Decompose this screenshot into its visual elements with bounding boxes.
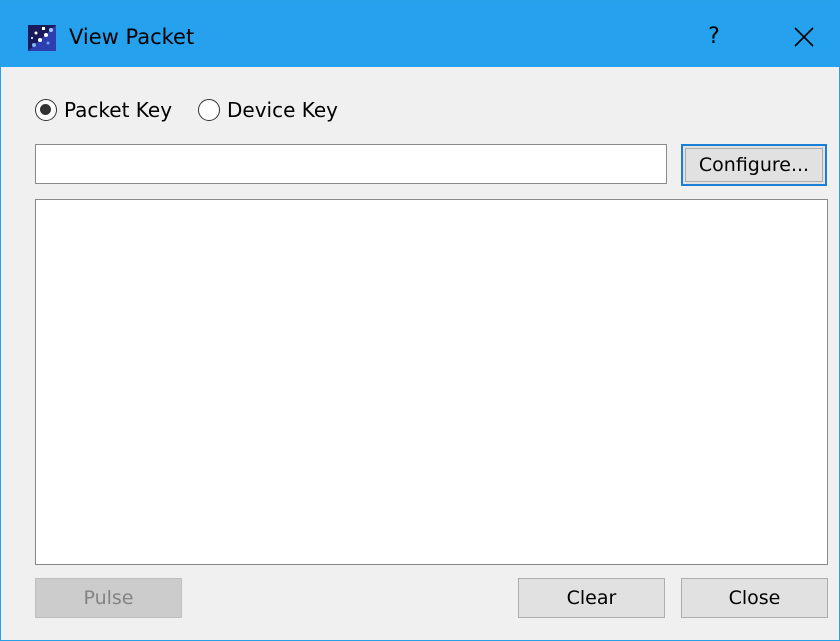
help-button[interactable]: ? (691, 15, 737, 59)
close-button[interactable]: Close (681, 578, 828, 618)
device-key-radio[interactable]: Device Key (198, 96, 338, 124)
packet-key-label: Packet Key (64, 98, 173, 122)
packet-key-radio[interactable]: Packet Key (35, 96, 172, 124)
configure-button[interactable]: Configure... (681, 144, 827, 186)
window-title: View Packet (69, 25, 195, 49)
title-bar[interactable]: View Packet ? (1, 1, 839, 67)
device-key-label: Device Key (227, 98, 339, 122)
key-input[interactable] (35, 144, 667, 184)
pulse-button[interactable]: Pulse (35, 578, 182, 618)
radio-selected-icon[interactable] (35, 99, 57, 121)
configure-button-label: Configure... (698, 154, 810, 176)
packet-display-area[interactable] (35, 199, 828, 565)
close-icon[interactable] (781, 15, 827, 59)
clear-button[interactable]: Clear (518, 578, 665, 618)
view-packet-dialog: View Packet ? Packet Key Device Key Conf… (0, 0, 840, 641)
radio-unselected-icon[interactable] (198, 99, 220, 121)
app-icon (28, 25, 56, 51)
